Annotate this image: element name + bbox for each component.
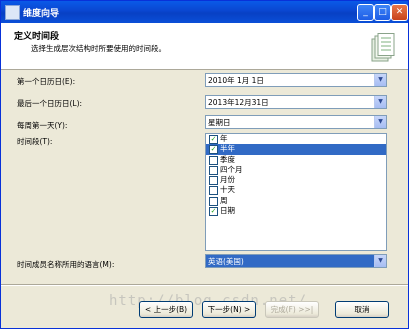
last-day-label: 最后一个日历日(L): — [17, 99, 83, 108]
chevron-down-icon[interactable]: ▼ — [374, 116, 386, 128]
minimize-button[interactable]: _ — [357, 4, 374, 21]
week-start-label: 每周第一天(Y): — [17, 121, 68, 130]
checkbox[interactable] — [209, 165, 218, 175]
week-start-value: 星期日 — [208, 118, 231, 127]
page-subtitle: 选择生成层次结构时所要使用的时间段。 — [31, 44, 166, 53]
list-item-ten-days[interactable]: 十天 — [206, 185, 386, 196]
language-value: 英语(美国) — [208, 257, 244, 266]
finish-button[interactable]: 完成(F) >>| — [265, 301, 319, 318]
chevron-down-icon[interactable]: ▼ — [374, 255, 386, 267]
checkbox[interactable]: ✓ — [209, 207, 218, 217]
title-bar[interactable]: 维度向导 _ □ ✕ — [1, 1, 408, 23]
checkbox[interactable] — [209, 176, 218, 186]
close-button[interactable]: ✕ — [391, 4, 408, 21]
wizard-window: 维度向导 _ □ ✕ 定义时间段 选择生成层次结构时所要使用的时间段。 第一个日… — [0, 0, 409, 329]
list-item-half-year[interactable]: ✓ 半年 — [206, 144, 386, 155]
week-start-select[interactable]: 星期日 ▼ — [205, 115, 387, 129]
cancel-button[interactable]: 取消 — [335, 301, 389, 318]
app-icon — [5, 5, 20, 20]
wizard-header: 定义时间段 选择生成层次结构时所要使用的时间段。 — [1, 23, 408, 70]
list-item-month[interactable]: 月份 — [206, 175, 386, 186]
list-item-quarter[interactable]: 季度 — [206, 155, 386, 165]
footer-divider — [1, 284, 408, 286]
checkbox[interactable]: ✓ — [209, 145, 218, 155]
time-periods-list[interactable]: ✓ 年 ✓ 半年 季度 四个月 月份 十天 周 ✓ 日期 — [205, 133, 387, 251]
first-day-label: 第一个日历日(E): — [17, 77, 76, 86]
list-item-trimester[interactable]: 四个月 — [206, 165, 386, 175]
back-button[interactable]: < 上一步(B) — [139, 301, 193, 318]
page-title: 定义时间段 — [14, 32, 60, 42]
periods-label: 时间段(T): — [17, 137, 53, 146]
first-day-picker[interactable]: 2010年 1月 1日 ▼ — [205, 73, 387, 87]
last-day-value: 2013年12月31日 — [208, 98, 269, 107]
maximize-button[interactable]: □ — [374, 4, 391, 21]
time-dimension-icon — [371, 33, 395, 62]
chevron-down-icon[interactable]: ▼ — [374, 74, 386, 86]
language-label: 时间成员名称所用的语言(M): — [17, 260, 115, 269]
checkbox[interactable]: ✓ — [209, 135, 218, 144]
checkbox[interactable] — [209, 186, 218, 196]
checkbox[interactable] — [209, 196, 218, 206]
first-day-value: 2010年 1月 1日 — [208, 76, 264, 85]
list-item-year[interactable]: ✓ 年 — [206, 134, 386, 144]
language-select[interactable]: 英语(美国) ▼ — [205, 254, 387, 268]
checkbox[interactable] — [209, 155, 218, 165]
list-item-date[interactable]: ✓ 日期 — [206, 206, 386, 217]
chevron-down-icon[interactable]: ▼ — [374, 96, 386, 108]
next-button[interactable]: 下一步(N) > — [202, 301, 256, 318]
window-title: 维度向导 — [23, 9, 60, 19]
list-item-week[interactable]: 周 — [206, 196, 386, 206]
last-day-picker[interactable]: 2013年12月31日 ▼ — [205, 95, 387, 109]
